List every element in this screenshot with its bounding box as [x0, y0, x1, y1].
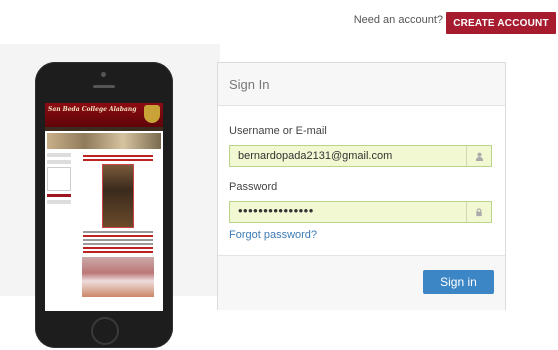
- phone-camera: [101, 72, 106, 77]
- crest-logo: [144, 105, 160, 123]
- create-account-button[interactable]: CREATE ACCOUNT: [446, 12, 556, 34]
- password-field[interactable]: •••••••••••••••: [229, 201, 492, 223]
- phone-home-button: [91, 317, 119, 345]
- site-main: [73, 151, 163, 297]
- username-field[interactable]: bernardopada2131@gmail.com: [229, 145, 492, 167]
- site-nav: [45, 127, 163, 131]
- phone-mockup: San Beda College Alabang: [35, 62, 173, 348]
- user-icon: [466, 146, 491, 166]
- username-value: bernardopada2131@gmail.com: [238, 150, 393, 162]
- phone-speaker: [93, 85, 115, 88]
- site-photo: [102, 164, 134, 228]
- forgot-password-link[interactable]: Forgot password?: [229, 229, 317, 241]
- signin-title: Sign In: [229, 77, 270, 92]
- lock-icon: [466, 202, 491, 222]
- signin-panel-footer: Sign in: [218, 255, 505, 310]
- username-label: Username or E-mail: [229, 125, 327, 137]
- site-columns: [45, 151, 163, 297]
- signin-panel: Sign In Username or E-mail bernardopada2…: [217, 62, 506, 310]
- site-photo-group: [82, 257, 154, 297]
- site-header: San Beda College Alabang: [45, 103, 163, 127]
- site-banner: [47, 133, 161, 149]
- top-bar: Need an account? CREATE ACCOUNT: [0, 0, 558, 44]
- signin-button[interactable]: Sign in: [423, 270, 494, 294]
- password-label: Password: [229, 181, 278, 193]
- site-sidebar: [45, 151, 73, 297]
- site-title: San Beda College Alabang: [48, 106, 137, 113]
- phone-screen: San Beda College Alabang: [45, 103, 163, 311]
- need-account-text: Need an account?: [353, 14, 443, 26]
- password-value: •••••••••••••••: [238, 203, 314, 218]
